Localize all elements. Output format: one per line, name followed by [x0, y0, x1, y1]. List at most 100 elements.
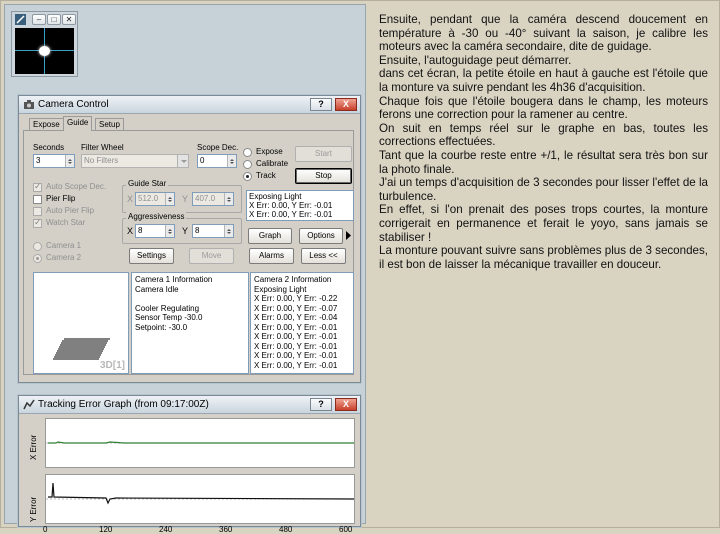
article-paragraph: En effet, si l'on prenait des poses trop… [379, 203, 708, 244]
info-line: X Err: 0.00, Y Err: -0.01 [254, 360, 338, 370]
aggr-y-spinner[interactable]: 8 [192, 224, 234, 238]
close-button[interactable]: ✕ [62, 14, 76, 25]
status-line: X Err: 0.00, Y Err: -0.01 [249, 201, 333, 210]
x-error-axis-label: X Error [29, 434, 38, 460]
app-icon [15, 14, 26, 25]
3d-view-label: 3D[1] [99, 360, 125, 371]
minimize-button[interactable]: – [32, 14, 46, 25]
info-line: X Err: 0.00, Y Err: -0.01 [254, 322, 338, 332]
settings-button[interactable]: Settings [129, 248, 174, 264]
filter-wheel-label: Filter Wheel [81, 143, 124, 152]
start-button[interactable]: Start [295, 146, 352, 162]
move-button[interactable]: Move [189, 248, 234, 264]
mode-expose-radio[interactable] [243, 148, 252, 157]
article-paragraph: Ensuite, l'autoguidage peut démarrer. [379, 53, 572, 67]
aggr-y-value: 8 [195, 226, 200, 235]
graph-window-title: Tracking Error Graph (from 09:17:00Z) [38, 399, 209, 410]
article-text: Ensuite, pendant que la caméra descend d… [379, 13, 708, 271]
article-paragraph: La monture pouvant suivre sans problèmes… [379, 244, 708, 271]
camera-1-info-box: Camera 1 Information Camera Idle Cooler … [131, 272, 249, 374]
spinner-arrows-icon[interactable] [65, 155, 74, 167]
info-line: Setpoint: -30.0 [135, 322, 188, 332]
close-icon: X [342, 399, 349, 409]
filter-wheel-value: No Filters [84, 156, 119, 165]
info-line: X Err: 0.00, Y Err: -0.04 [254, 313, 338, 322]
status-box: Exposing Light X Err: 0.00, Y Err: -0.01… [246, 190, 354, 221]
spinner-arrows-icon[interactable] [227, 155, 236, 167]
guide-star-view [15, 28, 74, 74]
x-tick-360: 360 [219, 525, 233, 534]
options-arrow-icon[interactable] [345, 230, 352, 241]
spinner-arrows-icon[interactable] [224, 225, 233, 237]
auto-pier-flip-checkbox[interactable] [33, 207, 42, 216]
pier-flip-label: Pier Flip [46, 194, 76, 203]
pier-flip-checkbox[interactable] [33, 195, 42, 204]
x-error-trace [46, 441, 354, 444]
y-error-trace [46, 482, 355, 505]
camera-control-window: Camera Control ? X Expose Guide Setup Se… [18, 95, 361, 383]
close-icon: X [342, 99, 349, 109]
seconds-spinner[interactable]: 3 [33, 154, 75, 168]
tab-guide[interactable]: Guide [63, 116, 93, 131]
help-button[interactable]: ? [310, 398, 332, 411]
guide-star-x-spinner[interactable]: 512.0 [135, 192, 175, 206]
maximize-button[interactable]: □ [47, 14, 61, 25]
filter-wheel-select: No Filters [81, 154, 189, 168]
guide-star-window: – □ ✕ [11, 11, 78, 77]
info-line: X Err: 0.00, Y Err: -0.07 [254, 303, 338, 313]
less-button[interactable]: Less << [301, 248, 346, 264]
x-tick-0: 0 [43, 525, 48, 534]
info-line: Camera 1 Information [135, 275, 213, 284]
spinner-arrows-icon[interactable] [165, 193, 174, 205]
mode-expose-label: Expose [256, 147, 283, 156]
info-line: X Err: 0.00, Y Err: -0.22 [254, 294, 338, 303]
camera-1-label: Camera 1 [46, 241, 82, 250]
mode-calibrate-radio[interactable] [243, 160, 252, 169]
guide-star-y-value: 407.0 [195, 194, 216, 203]
graph-app-icon [23, 399, 35, 410]
options-button[interactable]: Options [299, 228, 343, 244]
guide-star-y-spinner[interactable]: 407.0 [192, 192, 234, 206]
camera-2-label: Camera 2 [46, 253, 82, 262]
spinner-arrows-icon[interactable] [165, 225, 174, 237]
mode-track-label: Track [256, 171, 276, 180]
help-button[interactable]: ? [310, 98, 332, 111]
seconds-value: 3 [36, 156, 41, 165]
x-tick-600: 600 [339, 525, 353, 534]
tracking-graph-window: Tracking Error Graph (from 09:17:00Z) ? … [18, 395, 361, 534]
maximize-icon: □ [51, 15, 57, 24]
scope-dec-label: Scope Dec. [197, 143, 239, 152]
graph-button[interactable]: Graph [248, 228, 292, 244]
article-paragraph: On suit en temps réel sur le graphe en b… [379, 121, 708, 149]
article-paragraph: Tant que la courbe reste entre +/1, le r… [379, 148, 708, 176]
x-error-plot [45, 418, 355, 468]
guide-star-x-value: 512.0 [138, 194, 159, 203]
aggr-x-spinner[interactable]: 8 [135, 224, 175, 238]
article-paragraph: dans cet écran, la petite étoile en haut… [379, 67, 708, 94]
mode-track-radio[interactable] [243, 172, 252, 181]
close-button[interactable]: X [335, 98, 357, 111]
aggr-x-label: X [127, 226, 134, 236]
info-line: Camera Idle [135, 284, 179, 294]
close-button[interactable]: X [335, 398, 357, 411]
tracking-graph-titlebar: Tracking Error Graph (from 09:17:00Z) ? … [19, 396, 360, 414]
info-line [135, 294, 245, 304]
info-line: X Err: 0.00, Y Err: -0.01 [254, 332, 338, 341]
alarms-button[interactable]: Alarms [249, 248, 294, 264]
guide-star [39, 46, 50, 56]
y-error-axis-label: Y Error [29, 496, 38, 522]
spinner-arrows-icon[interactable] [224, 193, 233, 205]
minimize-icon: – [36, 15, 42, 24]
article-paragraph: Chaque fois que l'étoile bougera dans le… [379, 94, 708, 122]
close-icon: ✕ [65, 15, 73, 24]
aggressiveness-group-label: Aggressiveness [126, 212, 187, 221]
watch-star-checkbox[interactable] [33, 217, 42, 228]
guide-star-titlebar: – □ ✕ [12, 12, 77, 27]
mode-calibrate-label: Calibrate [256, 159, 289, 168]
scope-dec-spinner[interactable]: 0 [197, 154, 237, 168]
auto-scope-dec-checkbox[interactable] [33, 181, 42, 192]
camera-2-radio[interactable] [33, 254, 42, 263]
info-line: Exposing Light [254, 284, 307, 294]
camera-1-radio[interactable] [33, 242, 42, 251]
stop-button[interactable]: Stop [295, 168, 352, 184]
